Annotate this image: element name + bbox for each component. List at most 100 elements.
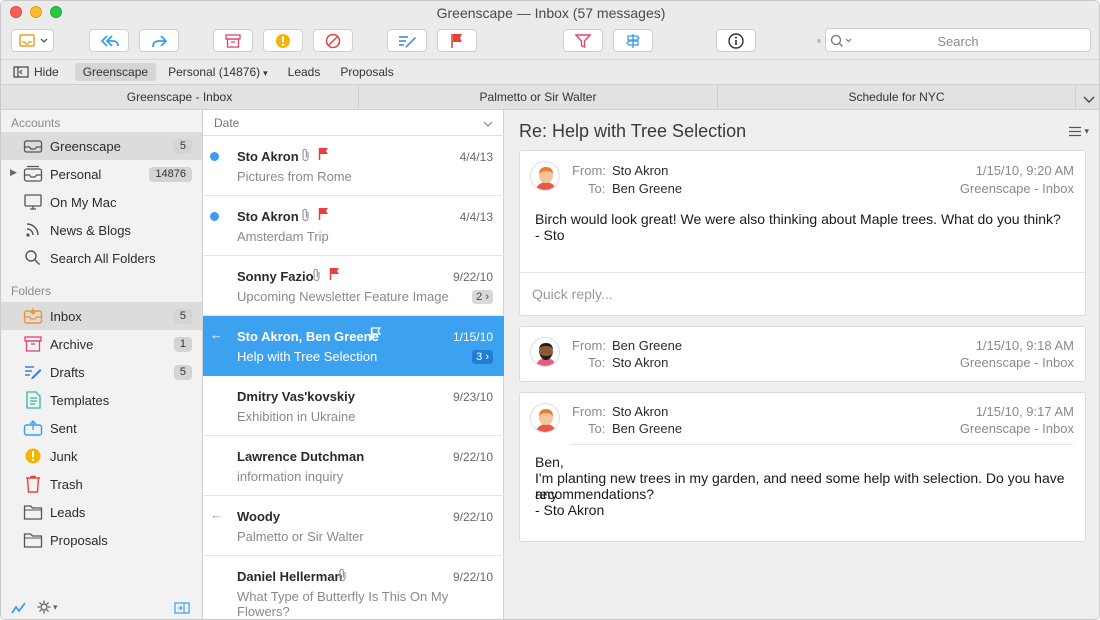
search-placeholder: Search	[937, 34, 979, 49]
email-card-collapsed[interactable]: From: Ben Greene To: Sto Akron 1/15/10, …	[519, 326, 1086, 382]
info-button[interactable]	[716, 29, 756, 52]
tab-overflow-chevron-icon[interactable]	[1083, 93, 1095, 107]
email-card[interactable]: From: Sto Akron To: Ben Greene 1/15/10, …	[519, 392, 1086, 542]
settings-menu-button[interactable]: ▾	[37, 600, 58, 614]
favorite-personal[interactable]: Personal (14876) ▾	[160, 63, 276, 81]
from-label: From:	[572, 338, 606, 353]
sidebar-item-sent[interactable]: Sent	[1, 414, 202, 442]
sidebar-item-leads[interactable]: Leads	[1, 498, 202, 526]
sidebar-item-personal[interactable]: ▶ Personal 14876	[1, 160, 202, 188]
search-field[interactable]: Search	[825, 28, 1091, 52]
junk-button[interactable]	[263, 29, 303, 52]
rss-icon	[26, 223, 39, 237]
sender-name[interactable]: Sto Akron	[612, 163, 668, 178]
filter-icon	[575, 33, 591, 48]
sidebar-toggle-icon	[13, 66, 29, 78]
trash-icon	[26, 475, 40, 493]
email-body-line: Ben,	[535, 454, 564, 470]
message-subject: information inquiry	[237, 469, 344, 484]
flag-icon[interactable]	[329, 267, 341, 284]
favorite-leads[interactable]: Leads	[280, 63, 329, 81]
folder-icon	[23, 505, 43, 520]
disclosure-triangle-icon[interactable]: ▶	[10, 167, 17, 178]
message-row-selected[interactable]: ← Sto Akron, Ben Greene 1/15/10 Help wit…	[203, 316, 504, 376]
sidebar-item-templates[interactable]: Templates	[1, 386, 202, 414]
recipient-name[interactable]: Sto Akron	[612, 355, 668, 370]
junk-icon	[276, 33, 290, 48]
flag-icon[interactable]	[370, 327, 382, 344]
message-date: 9/23/10	[452, 390, 493, 404]
computer-icon	[24, 194, 42, 210]
flag-button[interactable]	[437, 29, 477, 52]
inbox-tray-icon	[23, 140, 43, 153]
sidebar-item-on-my-mac[interactable]: On My Mac	[1, 188, 202, 216]
reply-all-button[interactable]	[89, 29, 129, 52]
sender-name[interactable]: Sto Akron	[612, 404, 668, 419]
replied-arrow-icon: ←	[210, 327, 223, 342]
chevron-down-icon: ▾	[263, 68, 268, 78]
message-sender: Woody	[237, 509, 281, 524]
tab-schedule-nyc[interactable]: Schedule for NYC	[718, 85, 1076, 110]
sidebar-item-search-all[interactable]: Search All Folders	[1, 244, 202, 272]
chevron-down-icon: ▾	[1084, 126, 1089, 136]
flag-icon[interactable]	[318, 207, 330, 224]
message-row[interactable]: Sonny Fazio 9/22/10 Upcoming Newsletter …	[203, 256, 504, 316]
email-card[interactable]: From: Sto Akron To: Ben Greene 1/15/10, …	[519, 150, 1086, 316]
quick-reply-input[interactable]: Quick reply...	[532, 286, 613, 302]
email-body-line: - Sto	[535, 227, 565, 243]
message-subject: Exhibition in Ukraine	[237, 409, 356, 424]
message-row[interactable]: Lawrence Dutchman 9/22/10 information in…	[203, 436, 504, 496]
recipient-name[interactable]: Ben Greene	[612, 181, 682, 196]
sender-name[interactable]: Ben Greene	[612, 338, 682, 353]
hide-sidebar-button[interactable]: Hide	[1, 65, 59, 79]
window-title: Greenscape — Inbox (57 messages)	[436, 5, 666, 21]
thread-count-badge[interactable]: 2 ›	[472, 290, 493, 304]
message-row[interactable]: ← Woody 9/22/10 Palmetto or Sir Walter	[203, 496, 504, 556]
paperclip-icon	[300, 148, 312, 165]
archive-button[interactable]	[213, 29, 253, 52]
sidebar-item-archive[interactable]: Archive 1	[1, 330, 202, 358]
message-sender: Lawrence Dutchman	[237, 449, 365, 464]
drafts-icon	[25, 366, 42, 380]
sidebar-item-junk[interactable]: Junk	[1, 442, 202, 470]
sort-label: Date	[214, 116, 240, 130]
message-row[interactable]: Sto Akron 4/4/13 Pictures from Rome	[203, 136, 504, 196]
collapse-panel-icon[interactable]	[174, 602, 190, 617]
get-mail-button[interactable]	[11, 29, 54, 52]
message-sender: Sto Akron	[237, 149, 299, 164]
divider	[520, 272, 1085, 273]
message-row[interactable]: Daniel Hellerman 9/22/10 What Type of Bu…	[203, 556, 504, 619]
activity-icon[interactable]	[11, 602, 27, 617]
rules-button[interactable]	[613, 29, 653, 52]
filter-button[interactable]	[563, 29, 603, 52]
favorite-proposals[interactable]: Proposals	[332, 63, 401, 81]
sidebar-item-inbox[interactable]: Inbox 5	[1, 302, 202, 330]
message-subject: What Type of Butterfly Is This On My Flo…	[237, 589, 449, 619]
tab-palmetto[interactable]: Palmetto or Sir Walter	[359, 85, 718, 110]
message-row[interactable]: Sto Akron 4/4/13 Amsterdam Trip	[203, 196, 504, 256]
sort-header[interactable]: Date	[203, 110, 504, 136]
message-subject: Help with Tree Selection	[237, 349, 378, 364]
forward-button[interactable]	[139, 29, 179, 52]
thread-count-badge[interactable]: 3 ›	[472, 350, 493, 364]
sent-icon	[23, 420, 43, 436]
message-sender: Daniel Hellerman	[237, 569, 343, 584]
tab-greenscape-inbox[interactable]: Greenscape - Inbox	[1, 85, 359, 110]
from-label: From:	[572, 404, 606, 419]
flag-icon[interactable]	[318, 147, 330, 164]
unread-dot	[210, 152, 219, 161]
sidebar-item-news-blogs[interactable]: News & Blogs	[1, 216, 202, 244]
sidebar-item-trash[interactable]: Trash	[1, 470, 202, 498]
favorite-greenscape[interactable]: Greenscape	[74, 63, 157, 81]
message-row[interactable]: Dmitry Vas'kovskiy 9/23/10 Exhibition in…	[203, 376, 504, 436]
compose-button[interactable]	[387, 29, 427, 52]
accounts-header: Accounts	[11, 116, 61, 130]
recipient-name[interactable]: Ben Greene	[612, 421, 682, 436]
sidebar-item-proposals[interactable]: Proposals	[1, 526, 202, 554]
email-body-line: recommendations?	[535, 486, 655, 502]
delete-button[interactable]	[313, 29, 353, 52]
sidebar-item-greenscape[interactable]: Greenscape 5	[1, 132, 202, 160]
email-mailbox: Greenscape - Inbox	[959, 181, 1074, 196]
view-options-button[interactable]: ▾	[1068, 126, 1089, 137]
sidebar-item-drafts[interactable]: Drafts 5	[1, 358, 202, 386]
